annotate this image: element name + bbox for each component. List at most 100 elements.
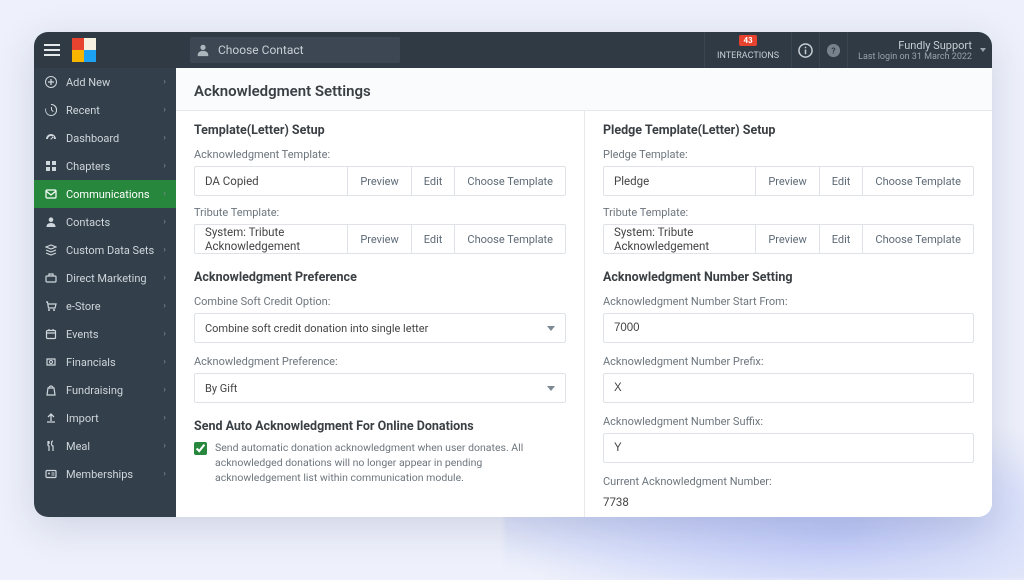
sidebar-item-dashboard[interactable]: Dashboard›: [34, 124, 176, 152]
choose-contact-button[interactable]: Choose Contact: [190, 37, 400, 63]
user-menu-button[interactable]: Fundly Support Last login on 31 March 20…: [847, 32, 992, 68]
sidebar-item-chapters[interactable]: Chapters›: [34, 152, 176, 180]
gauge-icon: [44, 131, 58, 145]
auto-ack-section: Send Auto Acknowledgment For Online Dona…: [194, 419, 566, 486]
sidebar-item-label: Fundraising: [66, 384, 123, 397]
sidebar-item-label: Add New: [66, 76, 110, 89]
plus-icon: [44, 75, 58, 89]
menu-toggle-button[interactable]: [34, 32, 70, 68]
chevron-right-icon: ›: [163, 441, 166, 451]
auto-ack-checkbox[interactable]: [194, 442, 207, 455]
page-title: Acknowledgment Settings: [176, 68, 992, 110]
sidebar-item-label: Communications: [66, 188, 150, 201]
tribute-template-edit-button[interactable]: Edit: [412, 224, 456, 254]
chevron-right-icon: ›: [163, 329, 166, 339]
idcard-icon: [44, 467, 58, 481]
choose-contact-label: Choose Contact: [218, 43, 304, 57]
pledge-tribute-preview-button[interactable]: Preview: [756, 224, 819, 254]
tribute-template-label: Tribute Template:: [194, 206, 566, 219]
pledge-tribute-template-label: Tribute Template:: [603, 206, 974, 219]
bag-icon: [44, 383, 58, 397]
sidebar: Add New›Recent›Dashboard›Chapters›Commun…: [34, 68, 176, 517]
sidebar-item-memberships[interactable]: Memberships›: [34, 460, 176, 488]
mail-icon: [44, 187, 58, 201]
pledge-setup-section: Pledge Template(Letter) Setup Pledge Tem…: [603, 123, 974, 254]
tribute-template-value: System: Tribute Acknowledgement: [194, 224, 348, 254]
pledge-template-label: Pledge Template:: [603, 148, 974, 161]
upload-icon: [44, 411, 58, 425]
sidebar-item-financials[interactable]: Financials ›: [34, 348, 176, 376]
ack-template-row: DA Copied Preview Edit Choose Template: [194, 166, 566, 196]
sidebar-item-communications[interactable]: Communications ›: [34, 180, 176, 208]
sidebar-item-custom-data-sets[interactable]: Custom Data Sets›: [34, 236, 176, 264]
pledge-tribute-choose-button[interactable]: Choose Template: [863, 224, 974, 254]
num-start-input[interactable]: [603, 313, 974, 343]
ack-template-choose-button[interactable]: Choose Template: [455, 166, 566, 196]
sidebar-item-fundraising[interactable]: Fundraising›: [34, 376, 176, 404]
sidebar-item-direct-marketing[interactable]: Direct Marketing›: [34, 264, 176, 292]
support-name: Fundly Support: [898, 39, 972, 52]
sidebar-item-contacts[interactable]: Contacts›: [34, 208, 176, 236]
chevron-right-icon: ›: [163, 189, 166, 199]
help-icon: ?: [826, 43, 841, 58]
chevron-right-icon: ›: [163, 217, 166, 227]
pledge-tribute-template-row: System: Tribute Acknowledgement Preview …: [603, 224, 974, 254]
ack-pref-select[interactable]: By Gift: [194, 373, 566, 403]
num-suffix-input[interactable]: [603, 433, 974, 463]
sidebar-item-add-new[interactable]: Add New ›: [34, 68, 176, 96]
ack-preference-section: Acknowledgment Preference Combine Soft C…: [194, 270, 566, 403]
sidebar-item-label: Financials: [66, 356, 116, 369]
left-column: Template(Letter) Setup Acknowledgment Te…: [176, 111, 584, 517]
ack-template-value: DA Copied: [194, 166, 348, 196]
tribute-template-row: System: Tribute Acknowledgement Preview …: [194, 224, 566, 254]
ack-preference-heading: Acknowledgment Preference: [194, 270, 566, 285]
ack-template-edit-button[interactable]: Edit: [412, 166, 456, 196]
sidebar-item-meal[interactable]: Meal›: [34, 432, 176, 460]
chevron-right-icon: ›: [163, 469, 166, 479]
chevron-right-icon: ›: [163, 413, 166, 423]
chevron-down-icon: [547, 326, 555, 331]
info-button[interactable]: [791, 32, 819, 68]
app-frame: Choose Contact 43 INTERACTIONS ? Fundly …: [34, 32, 992, 517]
pledge-tribute-edit-button[interactable]: Edit: [820, 224, 864, 254]
info-icon: [798, 43, 813, 58]
combine-option-value: Combine soft credit donation into single…: [205, 322, 428, 335]
combine-option-select[interactable]: Combine soft credit donation into single…: [194, 313, 566, 343]
help-button[interactable]: ?: [819, 32, 847, 68]
interactions-badge: 43: [739, 35, 756, 46]
ack-pref-label: Acknowledgment Preference:: [194, 355, 566, 368]
calendar-icon: [44, 327, 58, 341]
sidebar-item-label: Chapters: [66, 160, 110, 173]
main-content: Acknowledgment Settings Template(Letter)…: [176, 68, 992, 517]
num-suffix-label: Acknowledgment Number Suffix:: [603, 415, 974, 428]
chevron-right-icon: ›: [163, 105, 166, 115]
sidebar-item-e-store[interactable]: e-Store ›: [34, 292, 176, 320]
pledge-template-edit-button[interactable]: Edit: [820, 166, 864, 196]
sidebar-item-label: Direct Marketing: [66, 272, 147, 285]
history-icon: [44, 103, 58, 117]
ack-template-preview-button[interactable]: Preview: [348, 166, 411, 196]
num-prefix-input[interactable]: [603, 373, 974, 403]
ack-pref-value: By Gift: [205, 382, 237, 395]
num-start-label: Acknowledgment Number Start From:: [603, 295, 974, 308]
chevron-right-icon: ›: [163, 357, 166, 367]
interactions-button[interactable]: 43 INTERACTIONS: [704, 32, 791, 68]
tribute-template-choose-button[interactable]: Choose Template: [455, 224, 566, 254]
pledge-template-preview-button[interactable]: Preview: [756, 166, 819, 196]
sidebar-item-label: Events: [66, 328, 99, 341]
sidebar-item-events[interactable]: Events ›: [34, 320, 176, 348]
topbar: Choose Contact 43 INTERACTIONS ? Fundly …: [34, 32, 992, 68]
cart-icon: [44, 299, 58, 313]
svg-text:?: ?: [832, 46, 836, 56]
chevron-right-icon: ›: [163, 301, 166, 311]
tribute-template-preview-button[interactable]: Preview: [348, 224, 411, 254]
auto-ack-option[interactable]: Send automatic donation acknowledgment w…: [194, 440, 566, 486]
sidebar-item-import[interactable]: Import›: [34, 404, 176, 432]
pledge-template-row: Pledge Preview Edit Choose Template: [603, 166, 974, 196]
sidebar-item-label: Recent: [66, 104, 100, 117]
pledge-template-choose-button[interactable]: Choose Template: [863, 166, 974, 196]
num-current-value: 7738: [603, 493, 974, 511]
chevron-right-icon: ›: [163, 77, 166, 87]
sidebar-item-recent[interactable]: Recent ›: [34, 96, 176, 124]
sidebar-item-label: e-Store: [66, 300, 101, 313]
